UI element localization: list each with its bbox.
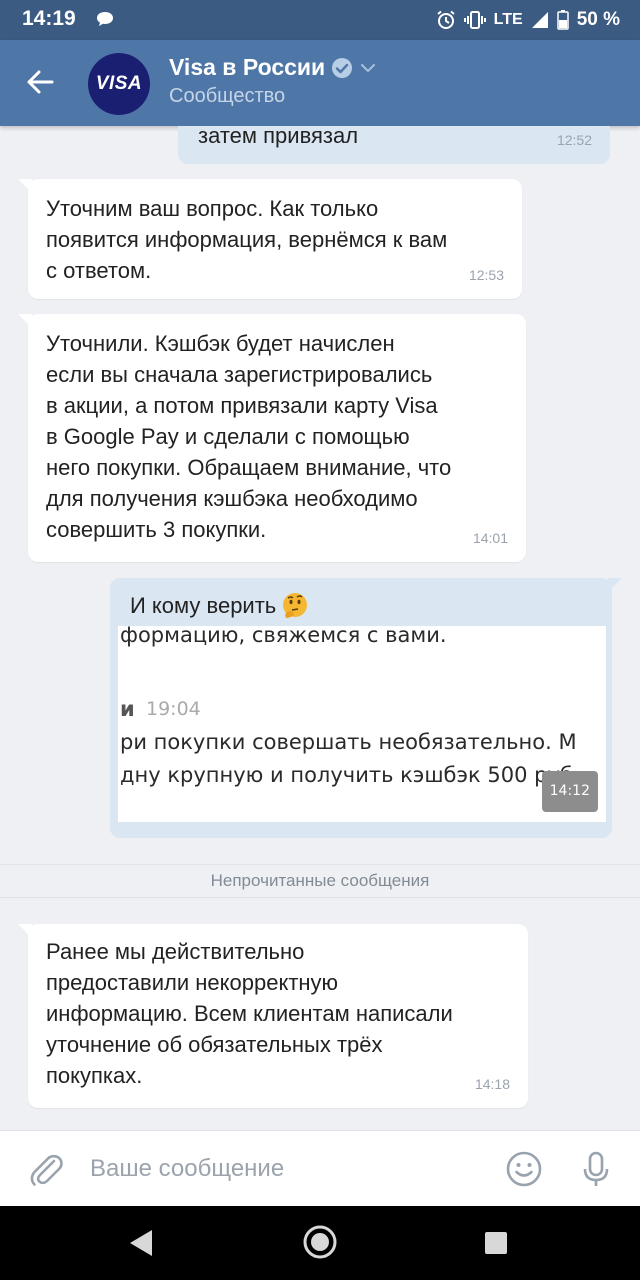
battery-level: 50 % — [576, 9, 620, 30]
message-text: И кому верить — [130, 593, 277, 618]
arrow-left-icon[interactable] — [18, 60, 62, 104]
network-type: LTE — [493, 11, 523, 28]
bubble-tail — [18, 314, 32, 328]
chevron-down-icon[interactable] — [359, 62, 377, 74]
bubble-tail — [18, 924, 32, 938]
battery-icon — [556, 10, 569, 30]
paperclip-icon[interactable] — [24, 1147, 68, 1191]
smiley-icon[interactable] — [502, 1147, 546, 1191]
attached-image[interactable]: формацию, свяжемся с вами. и 19:04 ри по… — [118, 626, 606, 822]
signal-icon — [531, 12, 548, 28]
message-incoming[interactable]: Уточним ваш вопрос. Как только появится … — [18, 179, 522, 299]
vibrate-icon — [463, 11, 486, 29]
message-text-row: И кому верить — [130, 590, 310, 621]
message-time: 14:12 — [541, 771, 598, 812]
avatar[interactable]: VISA — [88, 53, 150, 115]
alarm-icon — [437, 10, 455, 29]
message-time: 12:52 — [556, 132, 592, 148]
message-list[interactable]: затем привязал 12:52 Уточним ваш вопрос.… — [0, 126, 640, 1130]
chat-header: VISA Visa в России Сообщество — [0, 40, 640, 126]
message-text: Ранее мы действительно предоставили неко… — [46, 939, 453, 1088]
status-bar: 14:19 LTE 50 % — [0, 0, 640, 40]
message-text: затем привязал — [198, 126, 359, 148]
message-text: Уточним ваш вопрос. Как только появится … — [46, 196, 448, 283]
message-composer — [0, 1130, 640, 1206]
message-text: Уточнили. Кэшбэк будет начислен если вы … — [46, 331, 452, 542]
status-indicators: LTE 50 % — [436, 7, 620, 33]
thinking-face-emoji — [283, 592, 308, 618]
image-text-line: дну крупную и получить кэшбэк 500 руб — [120, 763, 573, 787]
message-time: 14:18 — [474, 1076, 510, 1092]
message-input[interactable] — [90, 1149, 470, 1189]
message-time: 14:01 — [472, 530, 508, 546]
image-text-line: ри покупки совершать необязательно. М — [120, 730, 577, 754]
header-title-row[interactable]: Visa в России — [169, 54, 377, 81]
message-incoming[interactable]: Уточнили. Кэшбэк будет начислен если вы … — [18, 314, 526, 562]
image-sender-time: 19:04 — [146, 698, 201, 720]
message-outgoing[interactable]: затем привязал 12:52 — [178, 126, 610, 164]
image-sender: и — [120, 697, 135, 721]
nav-back-icon[interactable] — [126, 1228, 154, 1258]
bubble-tail — [18, 179, 32, 193]
message-time: 12:53 — [468, 267, 504, 283]
bubble-tail — [608, 578, 622, 592]
nav-home-icon[interactable] — [302, 1224, 338, 1260]
page-title[interactable]: Visa в России — [169, 54, 325, 81]
message-outgoing[interactable]: И кому верить формацию, свяжемся с вами.… — [110, 578, 622, 838]
unread-divider: Непрочитанные сообщения — [0, 864, 640, 898]
unread-divider-label: Непрочитанные сообщения — [210, 871, 430, 890]
image-text-line: формацию, свяжемся с вами. — [120, 626, 447, 647]
verified-check-icon — [332, 57, 353, 78]
system-nav-bar — [0, 1206, 640, 1280]
header-subtitle: Сообщество — [169, 85, 286, 107]
microphone-icon[interactable] — [574, 1147, 618, 1191]
nav-recents-icon[interactable] — [484, 1231, 508, 1255]
status-time: 14:19 — [22, 7, 76, 30]
message-incoming[interactable]: Ранее мы действительно предоставили неко… — [18, 924, 528, 1108]
chat-notification-icon — [97, 12, 113, 26]
